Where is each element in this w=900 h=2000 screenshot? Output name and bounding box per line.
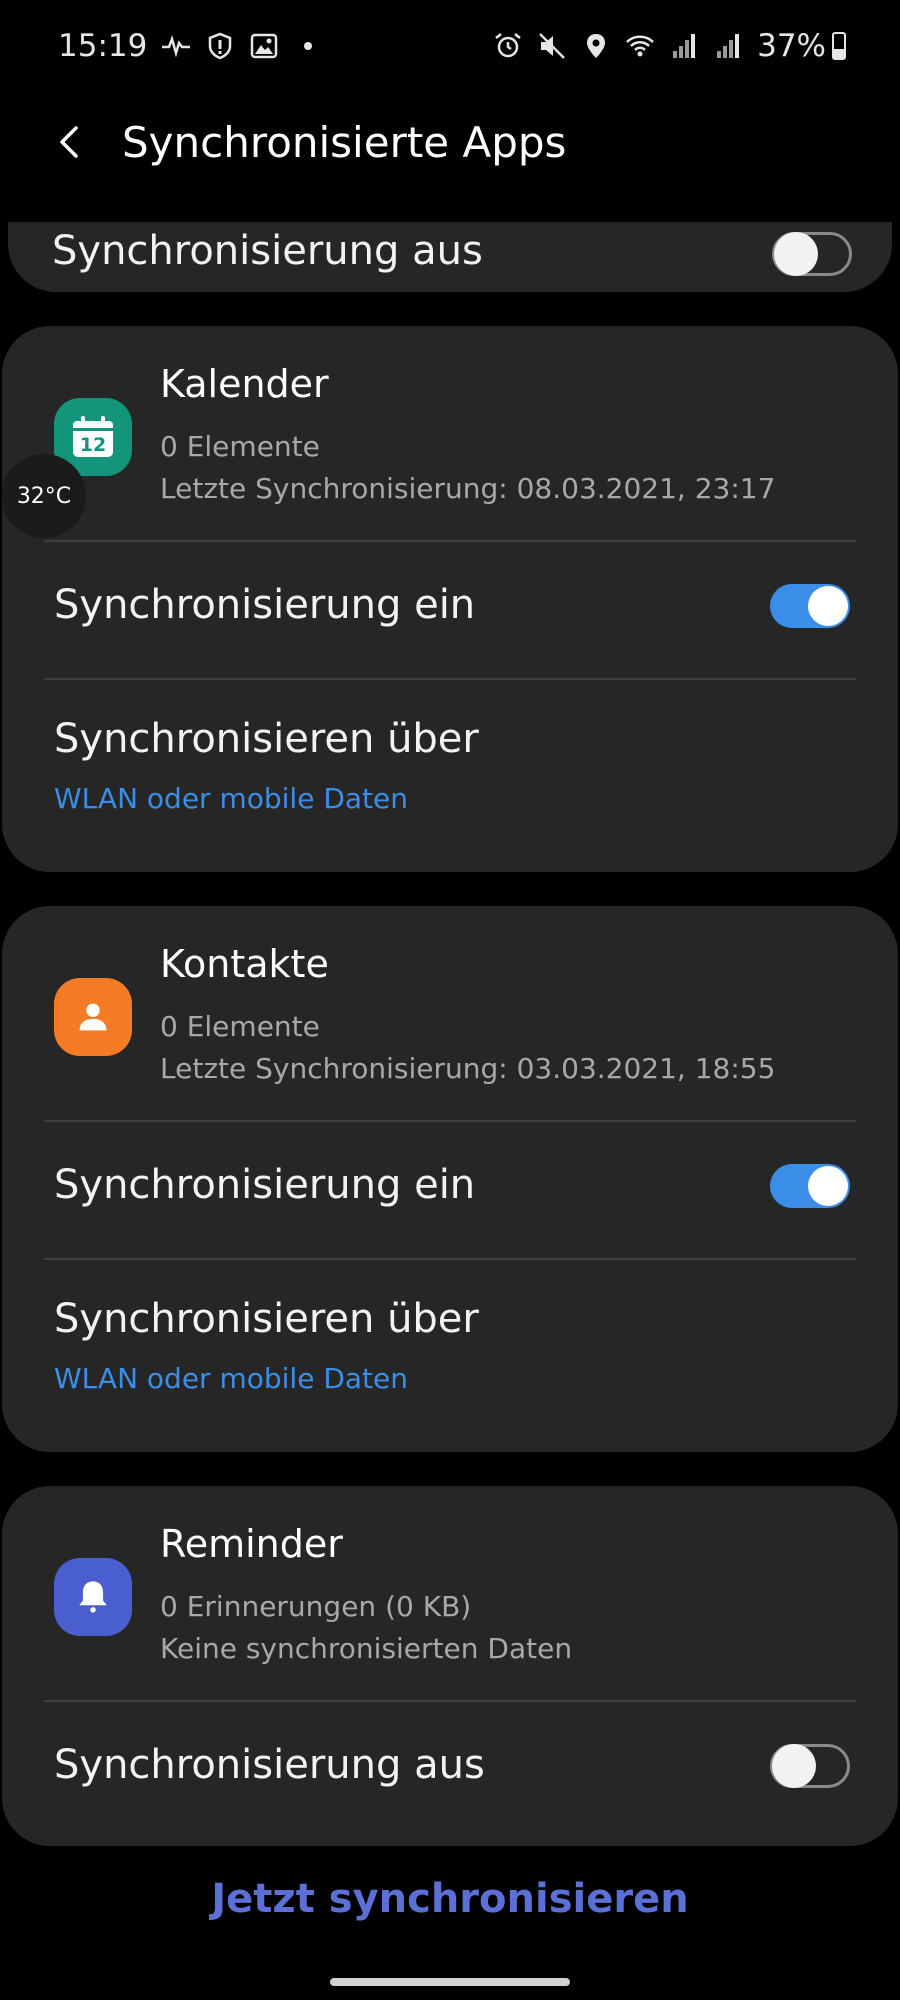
sync-toggle-label: Synchronisierung aus	[52, 228, 483, 274]
sync-via-label: Synchronisieren über	[54, 716, 479, 762]
contact-icon	[54, 978, 132, 1056]
battery-fill	[834, 49, 844, 58]
alarm-icon	[493, 31, 523, 61]
partial-sync-card: Synchronisierung aus	[8, 222, 892, 292]
content-scroll[interactable]: Synchronisierung aus 12 Kalender 0 Eleme…	[0, 222, 900, 2000]
status-bar-right: 37%	[493, 28, 846, 64]
back-button[interactable]	[40, 112, 100, 172]
person-glyph-icon	[79, 1003, 107, 1031]
app-name: Kalender	[160, 362, 329, 406]
app-card-kontakte: Kontakte 0 Elemente Letzte Synchronisier…	[2, 906, 898, 1452]
signal-icon	[669, 31, 699, 61]
divider	[44, 540, 856, 542]
sync-now-button[interactable]: Jetzt synchronisieren	[0, 1876, 900, 1922]
back-arrow-icon	[60, 126, 78, 158]
sync-via-row[interactable]: Synchronisieren über WLAN oder mobile Da…	[2, 1260, 898, 1450]
bell-glyph-icon	[79, 1581, 107, 1613]
sync-toggle-label: Synchronisierung ein	[54, 1162, 476, 1208]
pulse-icon	[161, 31, 191, 61]
divider	[44, 1120, 856, 1122]
battery-indicator: 37%	[757, 28, 846, 64]
battery-icon	[832, 32, 846, 60]
app-header: Synchronisierte Apps	[0, 92, 900, 192]
app-last-sync: Keine synchronisierten Daten	[160, 1632, 573, 1665]
page-title: Synchronisierte Apps	[122, 117, 567, 167]
status-bar-left: 15:19	[58, 28, 323, 64]
sync-via-row[interactable]: Synchronisieren über WLAN oder mobile Da…	[2, 680, 898, 870]
toggle-knob	[808, 586, 848, 626]
sync-via-label: Synchronisieren über	[54, 1296, 479, 1342]
status-time: 15:19	[58, 28, 148, 64]
image-icon	[249, 31, 279, 61]
mute-icon	[537, 31, 567, 61]
sync-toggle[interactable]	[772, 232, 852, 276]
app-name: Kontakte	[160, 942, 329, 986]
app-item-count: 0 Elemente	[160, 1010, 320, 1043]
divider	[44, 1700, 856, 1702]
location-icon	[581, 31, 611, 61]
bell-icon	[54, 1558, 132, 1636]
toggle-knob	[772, 1744, 816, 1788]
app-name: Reminder	[160, 1522, 343, 1566]
sync-via-value: WLAN oder mobile Daten	[54, 782, 409, 815]
sync-via-value: WLAN oder mobile Daten	[54, 1362, 409, 1395]
app-item-count: 0 Elemente	[160, 430, 320, 463]
sync-toggle-label: Synchronisierung ein	[54, 582, 476, 628]
calendar-glyph-icon: 12	[73, 416, 113, 457]
sync-toggle[interactable]	[770, 584, 850, 628]
home-indicator[interactable]	[330, 1978, 570, 1986]
sync-toggle[interactable]	[770, 1744, 850, 1788]
app-last-sync: Letzte Synchronisierung: 03.03.2021, 18:…	[160, 1052, 776, 1085]
wifi-icon	[625, 31, 655, 61]
toggle-knob	[774, 232, 818, 276]
sync-toggle-label: Synchronisierung aus	[54, 1742, 485, 1788]
sync-toggle[interactable]	[770, 1164, 850, 1208]
status-bar: 15:19 37%	[0, 0, 900, 92]
app-item-count: 0 Erinnerungen (0 KB)	[160, 1590, 472, 1623]
dot-icon	[293, 31, 323, 61]
toggle-knob	[808, 1166, 848, 1206]
app-card-reminder: Reminder 0 Erinnerungen (0 KB) Keine syn…	[2, 1486, 898, 1846]
app-last-sync: Letzte Synchronisierung: 08.03.2021, 23:…	[160, 472, 776, 505]
temperature-bubble[interactable]: 32°C	[2, 454, 86, 538]
shield-icon	[205, 31, 235, 61]
signal-icon	[713, 31, 743, 61]
svg-text:12: 12	[80, 434, 106, 456]
battery-percent: 37%	[757, 28, 826, 64]
app-card-kalender: 12 Kalender 0 Elemente Letzte Synchronis…	[2, 326, 898, 872]
